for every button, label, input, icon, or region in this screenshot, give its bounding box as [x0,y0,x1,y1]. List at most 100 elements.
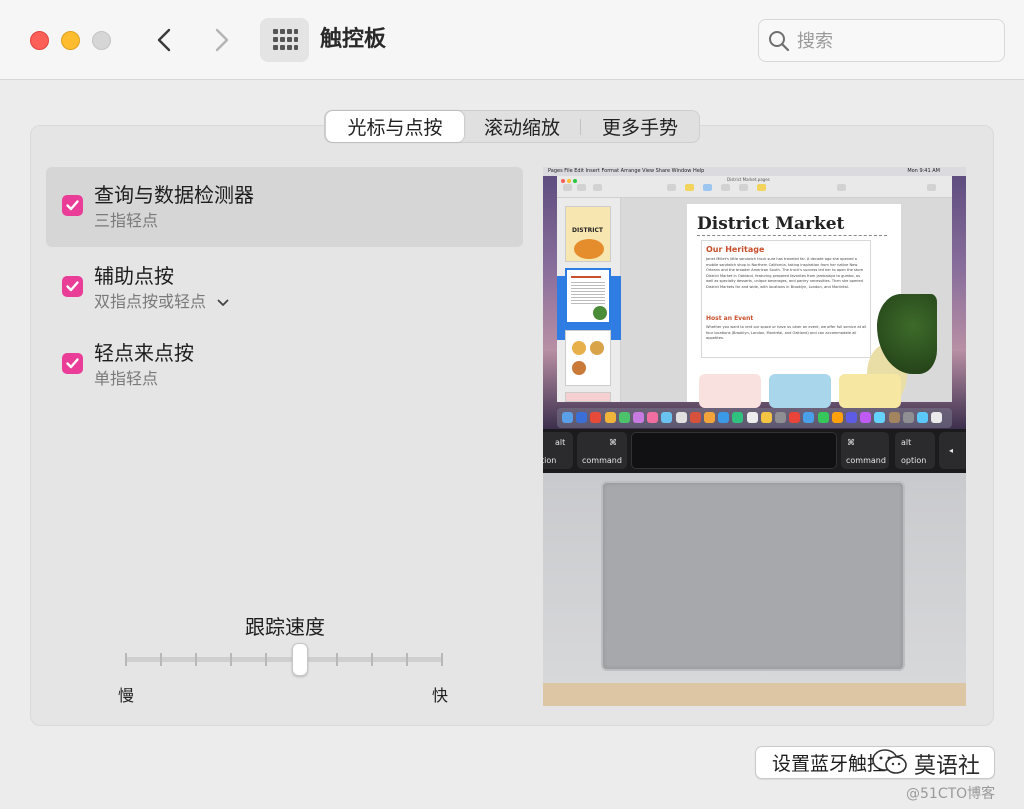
slider-tick [370,653,373,666]
preview-dock [557,408,952,428]
minimize-window-button[interactable] [61,31,80,50]
option-lookup-data-detectors[interactable]: 查询与数据检测器 三指轻点 [46,167,523,247]
preview-dock-app-icon [760,412,772,423]
preview-dock-app-icon [789,412,801,423]
preview-palmrest [543,473,966,683]
watermark-badge: 莫语社 [870,744,1000,782]
option-title: 轻点来点按 [94,341,194,365]
slider-tick [195,653,198,666]
tracking-speed-label: 跟踪速度 [245,615,325,639]
preview-dock-app-icon [633,412,644,423]
preview-thumb [565,268,611,324]
preview-dock-app-icon [860,412,872,423]
preview-dock-app-icon [931,412,943,423]
chevron-left-icon [157,28,171,52]
wechat-logo-icon [872,749,907,774]
slider-tick [125,653,127,666]
checkmark-icon [66,200,79,211]
preview-dock-app-icon [732,412,744,423]
preview-desktop: Pages File Edit Insert Format Arrange Vi… [543,167,966,429]
slider-tick [160,653,163,666]
slider-max-label: 快 [432,686,449,705]
preview-key-arrow: ◂ [939,432,966,469]
preview-dock-app-icon [775,412,786,423]
search-input[interactable] [797,26,997,56]
option-subtitle: 单指轻点 [94,369,159,388]
tab-point-and-click[interactable]: 光标与点按 [326,111,464,142]
preview-menubar: Pages File Edit Insert Format Arrange Vi… [543,167,966,176]
window-title: 触控板 [320,27,387,52]
secondary-click-popup[interactable]: 双指点按或轻点 [94,288,229,312]
slider-min-label: 慢 [118,686,135,705]
preview-thumb-label: DISTRICT [572,227,603,234]
option-title: 查询与数据检测器 [94,183,254,207]
preview-page-thumbnails: DISTRICT [557,198,621,402]
preview-doc-title: District Market [697,214,845,234]
title-bar: 触控板 [0,0,1024,80]
preview-key-command: ⌘ command [841,432,889,469]
preview-dock-app-icon [917,412,928,423]
preview-dock-app-icon [846,412,857,423]
slider-thumb[interactable] [291,643,308,676]
preview-menu-items: Pages File Edit Insert Format Arrange Vi… [548,168,705,174]
close-window-button[interactable] [30,31,49,50]
tap-to-click-checkbox[interactable] [62,353,83,374]
preview-dock-app-icon [902,412,914,423]
preview-dock-app-icon [647,412,659,423]
preview-dock-app-icon [704,412,715,423]
preview-desk [543,683,966,706]
option-title: 辅助点按 [94,264,174,288]
watermark-text: 莫语社 [914,754,981,779]
forward-button[interactable] [206,24,236,56]
slider-tick [230,653,233,666]
preview-thumb [565,330,611,386]
preview-window-title: District Market.pages [727,177,770,182]
preview-doc-heading: Host an Event [706,315,754,322]
tab-more-gestures[interactable]: 更多手势 [581,111,699,142]
preview-dock-app-icon [562,412,573,423]
preview-dock-app-icon [689,412,701,423]
slider-tick [405,653,408,666]
option-tap-to-click[interactable]: 轻点来点按 单指轻点 [46,325,523,405]
option-subtitle: 双指点按或轻点 [94,292,207,311]
preview-dock-app-icon [718,412,730,423]
tab-bar: 光标与点按 滚动缩放 更多手势 [324,110,700,143]
chevron-right-icon [215,28,229,52]
preview-dock-app-icon [604,412,616,423]
preview-dock-app-icon [874,412,886,423]
tab-scroll-and-zoom[interactable]: 滚动缩放 [464,111,580,142]
preview-thumb: DISTRICT [565,206,611,262]
preview-doc-paragraph: Janet Millet's little sandwich truck sur… [706,257,864,289]
grid-icon [273,29,298,50]
slider-tick [441,653,443,666]
preview-trackpad [601,481,905,671]
preview-clock: Mon 9:41 AM [907,168,940,174]
preview-dock-app-icon [746,412,758,423]
checkmark-icon [66,358,79,369]
search-icon [769,31,790,52]
preview-doc-heading: Our Heritage [706,245,765,254]
preview-key-space [631,432,837,469]
tracking-speed-slider[interactable] [125,657,443,662]
lookup-checkbox[interactable] [62,195,83,216]
show-all-preferences-button[interactable] [260,18,309,62]
preview-key-option: alt option [895,432,935,469]
preview-pages-window: District Market.pages DISTRICT District … [557,176,952,408]
preview-toolbar: District Market.pages [557,176,952,198]
preview-dock-app-icon [831,412,843,423]
search-field[interactable] [758,19,1005,62]
secondary-click-checkbox[interactable] [62,276,83,297]
zoom-window-button [92,31,111,50]
option-secondary-click[interactable]: 辅助点按 双指点按或轻点 [46,248,523,328]
preview-dock-app-icon [618,412,630,423]
preview-document-page: District Market Our Heritage Janet Mille… [687,204,937,408]
option-subtitle: 三指轻点 [94,211,159,230]
preview-dock-app-icon [888,412,900,423]
preview-keyboard: alt option ⌘ command ⌘ command alt optio… [543,429,966,473]
preview-dock-app-icon [576,412,588,423]
preview-key-command: ⌘ command [577,432,627,469]
slider-tick [265,653,268,666]
back-button[interactable] [150,24,180,56]
slider-tick [335,653,338,666]
preview-dock-app-icon [675,412,687,423]
